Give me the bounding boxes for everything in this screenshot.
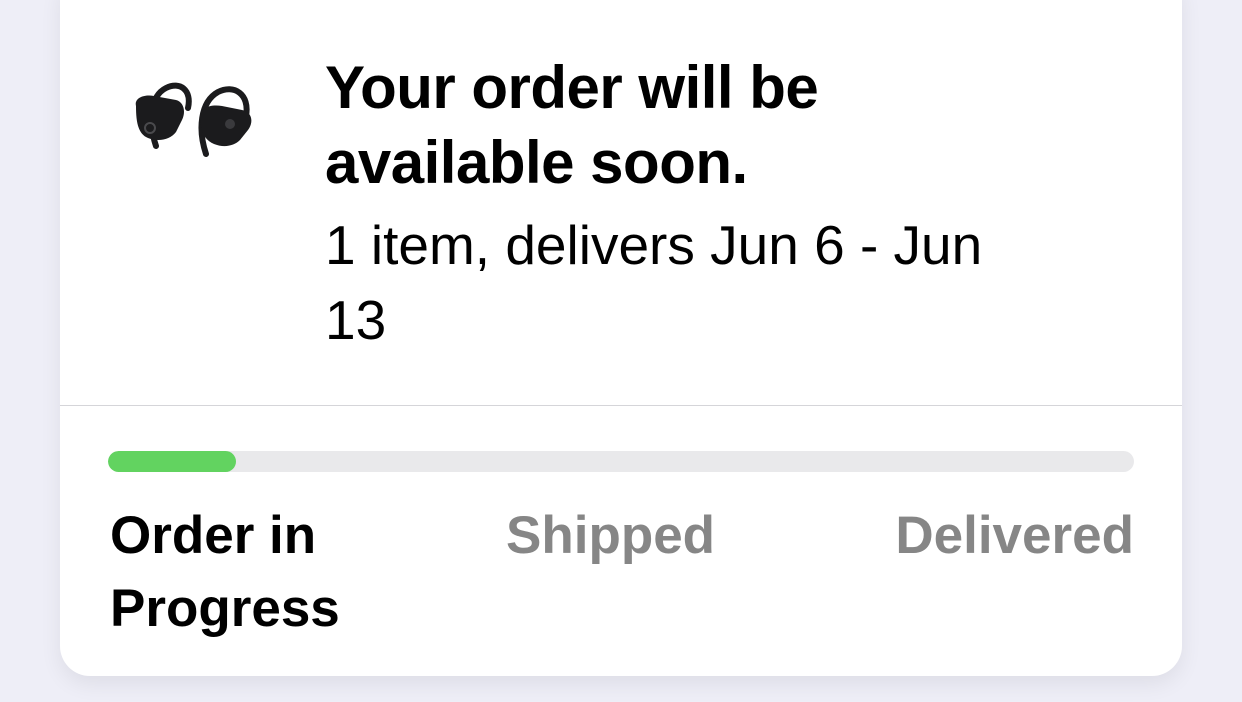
order-progress-bar [108,451,1134,472]
step-order-in-progress: Order in Progress [110,506,340,638]
order-progress-fill [108,451,237,472]
order-status-card[interactable]: Your order will be available soon. 1 ite… [60,0,1182,676]
step-shipped: Shipped [506,506,716,565]
earbuds-image [135,82,252,157]
order-headline: Your order will be available soon. [325,54,819,196]
step-delivered: Delivered [895,506,1134,565]
delivery-info: 1 item, delivers Jun 6 - Jun 13 [325,214,983,351]
divider [60,405,1182,406]
